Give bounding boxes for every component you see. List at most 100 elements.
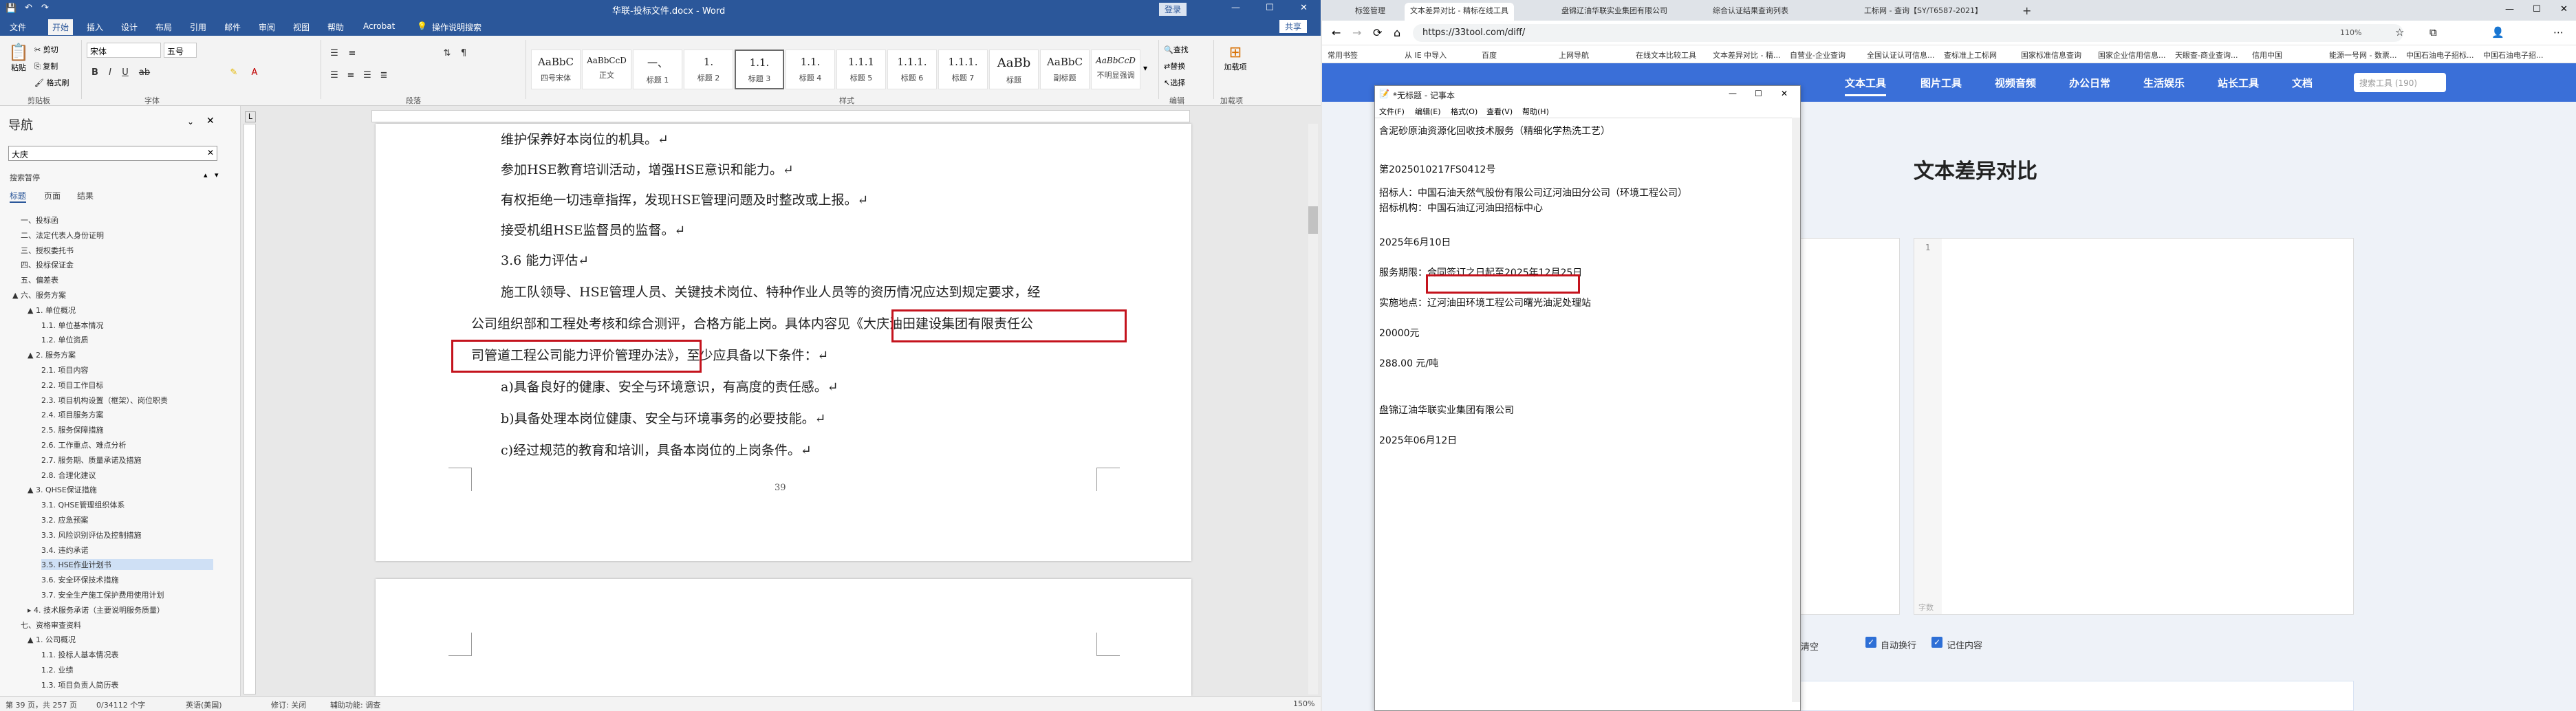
ruler-toggle-icon[interactable]: L bbox=[245, 111, 256, 122]
menu-format[interactable]: 格式(O) bbox=[1451, 106, 1478, 117]
gallery-more-icon[interactable]: ▾ bbox=[1143, 63, 1147, 73]
find-button[interactable]: 🔍查找 bbox=[1164, 44, 1189, 55]
tab-headings[interactable]: 标题 bbox=[10, 190, 27, 203]
bookmark-item[interactable]: 天眼查-商业查询... bbox=[2175, 50, 2238, 61]
nav-heading-item[interactable]: 2.1. 项目内容 bbox=[41, 364, 89, 375]
tab-results[interactable]: 结果 bbox=[77, 190, 94, 201]
nav-webmaster[interactable]: 站长工具 bbox=[2218, 76, 2259, 90]
redo-icon[interactable]: ↷ bbox=[41, 3, 49, 13]
close-icon[interactable]: ✕ bbox=[2560, 4, 2568, 14]
share-button[interactable]: 共享 bbox=[1279, 20, 1308, 33]
menu-edit[interactable]: 编辑(E) bbox=[1415, 106, 1441, 117]
nav-heading-item[interactable]: 1.1. 单位基本情况 bbox=[41, 320, 104, 331]
underline-icon[interactable]: U bbox=[118, 66, 132, 80]
style-gallery-item[interactable]: 1.1. 标题 3 bbox=[735, 50, 784, 89]
profile-icon[interactable]: 👤 bbox=[2491, 26, 2504, 39]
nav-heading-item[interactable]: 1.2. 单位资质 bbox=[41, 334, 89, 345]
wrap-checkbox[interactable]: ✓ bbox=[1865, 637, 1876, 648]
nav-heading-item[interactable]: 3.1. QHSE管理组织体系 bbox=[41, 499, 125, 510]
nav-heading-item[interactable]: 3.5. HSE作业计划书 bbox=[41, 559, 213, 571]
nav-heading-item[interactable]: 2.2. 项目工作目标 bbox=[41, 380, 104, 391]
nav-prev-icon[interactable]: ▴ bbox=[204, 171, 208, 179]
highlight-icon[interactable]: ✎ bbox=[227, 66, 241, 80]
maximize-icon[interactable]: ☐ bbox=[1755, 89, 1762, 98]
nav-heading-item[interactable]: 三、授权委托书 bbox=[21, 245, 74, 256]
style-gallery-item[interactable]: 1. 标题 2 bbox=[684, 50, 733, 89]
bullets-icon[interactable]: ☰ bbox=[327, 47, 341, 61]
forward-icon[interactable]: → bbox=[1352, 26, 1361, 39]
status-accessibility[interactable]: 辅助功能: 调查 bbox=[330, 699, 380, 710]
tab-references[interactable]: 引用 bbox=[190, 21, 206, 33]
addin-button[interactable]: ⊞ 加载项 bbox=[1222, 44, 1249, 72]
font-name-select[interactable]: 宋体 bbox=[87, 43, 161, 58]
italic-icon[interactable]: I bbox=[103, 66, 117, 80]
reload-icon[interactable]: ⟳ bbox=[1373, 26, 1382, 39]
extensions-icon[interactable]: ⧉ bbox=[2429, 26, 2437, 39]
back-icon[interactable]: ← bbox=[1332, 26, 1341, 39]
clear-button[interactable]: 清空 bbox=[1801, 639, 1819, 653]
menu-view[interactable]: 查看(V) bbox=[1486, 106, 1513, 117]
nav-heading-item[interactable]: 二、法定代表人身份证明 bbox=[21, 230, 104, 241]
nav-options-icon[interactable]: ⌄ bbox=[187, 117, 194, 127]
font-size-select[interactable]: 五号 bbox=[164, 43, 197, 58]
tab-home[interactable]: 开始 bbox=[48, 19, 74, 35]
nav-heading-item[interactable]: 3.7. 安全生产施工保护费用使用计划 bbox=[41, 589, 164, 600]
bookmark-item[interactable]: 国家企业信用信息... bbox=[2098, 50, 2166, 61]
close-icon[interactable]: ✕ bbox=[1300, 3, 1308, 13]
nav-heading-item[interactable]: ▲ 六、服务方案 bbox=[12, 289, 66, 300]
nav-heading-item[interactable]: 2.5. 服务保障措施 bbox=[41, 424, 104, 435]
maximize-icon[interactable]: ☐ bbox=[1266, 3, 1274, 13]
zoom-indicator[interactable]: 110% bbox=[2340, 28, 2361, 37]
star-icon[interactable]: ☆ bbox=[2395, 26, 2404, 39]
nav-heading-item[interactable]: ▸ 4. 技术服务承诺（主要说明服务质量） bbox=[28, 604, 164, 615]
tell-me-search[interactable]: 操作说明搜索 bbox=[432, 21, 481, 33]
browser-tab[interactable]: 盘锦辽油华联实业集团有限公司 bbox=[1556, 3, 1673, 21]
status-language[interactable]: 英语(美国) bbox=[186, 699, 222, 710]
bookmark-item[interactable]: 信用中国 bbox=[2252, 50, 2282, 61]
nav-next-icon[interactable]: ▾ bbox=[215, 171, 219, 179]
browser-tab-active[interactable]: 文本差异对比 - 精标在线工具 bbox=[1405, 3, 1514, 21]
bookmark-item[interactable]: 国家标准信息查询 bbox=[2021, 50, 2081, 61]
menu-icon[interactable]: ⋯ bbox=[2553, 26, 2564, 39]
remember-checkbox[interactable]: ✓ bbox=[1931, 637, 1942, 648]
browser-tab[interactable]: 综合认证结果查询列表 bbox=[1707, 3, 1794, 21]
nav-heading-item[interactable]: 3.6. 安全环保技术措施 bbox=[41, 574, 119, 585]
numbering-icon[interactable]: ≡ bbox=[345, 47, 359, 61]
nav-heading-item[interactable]: 七、资格审查资料 bbox=[21, 620, 81, 631]
tab-insert[interactable]: 插入 bbox=[87, 21, 103, 33]
bookmark-item[interactable]: 自营业-企业查询 bbox=[1790, 50, 1846, 61]
bookmark-item[interactable]: 从 IE 中导入 bbox=[1405, 50, 1447, 61]
copy-button[interactable]: ⎘ 复制 bbox=[34, 61, 58, 72]
style-gallery-item[interactable]: AaBbC 副标题 bbox=[1040, 50, 1090, 89]
font-color-icon[interactable]: A bbox=[248, 66, 261, 80]
nav-heading-item[interactable]: 3.3. 风险识别评估及控制措施 bbox=[41, 529, 142, 540]
scroll-thumb[interactable] bbox=[1308, 206, 1318, 234]
bookmark-item[interactable]: 上网导航 bbox=[1559, 50, 1589, 61]
minimize-icon[interactable]: — bbox=[1729, 89, 1737, 98]
url-input[interactable]: https://33tool.com/diff/ bbox=[1413, 24, 2403, 42]
nav-image-tools[interactable]: 图片工具 bbox=[1920, 76, 1962, 90]
site-search-input[interactable]: 搜索工具 (190) bbox=[2354, 73, 2446, 92]
close-icon[interactable]: ✕ bbox=[1781, 89, 1788, 98]
bookmark-item[interactable]: 百度 bbox=[1482, 50, 1497, 61]
tab-file[interactable]: 文件 bbox=[10, 21, 26, 33]
style-gallery-item[interactable]: 1.1. 标题 4 bbox=[786, 50, 835, 89]
bookmark-item[interactable]: 查标准上工标网 bbox=[1944, 50, 1997, 61]
nav-life[interactable]: 生活娱乐 bbox=[2143, 76, 2185, 90]
signin-button[interactable]: 登录 bbox=[1159, 3, 1187, 16]
align-right-icon[interactable]: ☰ bbox=[360, 69, 374, 83]
style-gallery-item[interactable]: 1.1.1 标题 5 bbox=[836, 50, 886, 89]
minimize-icon[interactable]: — bbox=[1231, 3, 1240, 13]
tab-layout[interactable]: 布局 bbox=[155, 21, 172, 33]
nav-close-icon[interactable]: ✕ bbox=[206, 116, 215, 127]
nav-docs[interactable]: 文档 bbox=[2292, 76, 2313, 90]
bookmark-item[interactable]: 中国石油电子招... bbox=[2483, 50, 2544, 61]
nav-heading-item[interactable]: 3.2. 应急预案 bbox=[41, 514, 89, 525]
nav-heading-item[interactable]: ▲ 1. 公司概况 bbox=[28, 634, 76, 645]
nav-search-input[interactable]: 大庆 ✕ bbox=[8, 146, 217, 161]
clear-search-icon[interactable]: ✕ bbox=[207, 148, 214, 157]
justify-icon[interactable]: ≣ bbox=[377, 69, 391, 83]
tab-pages[interactable]: 页面 bbox=[44, 190, 61, 201]
nav-heading-item[interactable]: 2.8. 合理化建议 bbox=[41, 470, 96, 481]
style-gallery-item[interactable]: AaBbC 四号宋体 bbox=[531, 50, 581, 89]
